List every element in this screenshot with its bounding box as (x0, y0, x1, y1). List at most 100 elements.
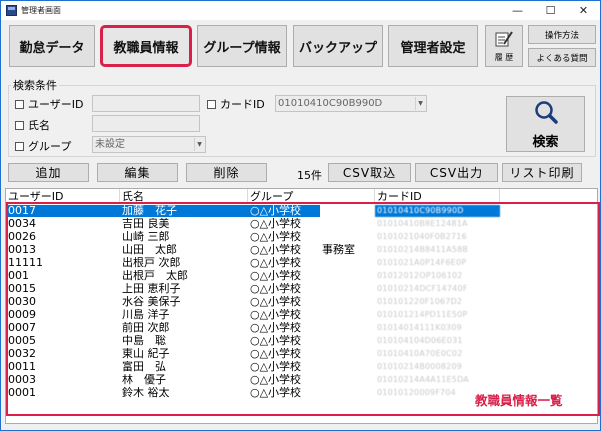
cell-card-id: 01010410B8E12481A (377, 219, 468, 228)
backup-button[interactable]: バックアップ (293, 25, 383, 67)
cell-name: 加藤 花子 (120, 205, 248, 217)
table-row[interactable]: 0011 富田 弘 ○△小学校 01010214B0008209 (6, 361, 597, 373)
staff-info-button[interactable]: 教職員情報 (100, 25, 192, 67)
card-id-select[interactable]: 01010410C90B990D ▼ (275, 95, 427, 112)
search-button-label: 検索 (532, 134, 559, 150)
table-row[interactable]: 0007 前田 次郎 ○△小学校 01014014111K0309 (6, 322, 597, 334)
group-label: グループ (28, 140, 72, 153)
list-print-button[interactable]: リスト印刷 (502, 163, 582, 182)
cell-card-id: 01014014111K0309 (377, 323, 462, 332)
csv-import-button[interactable]: CSV取込 (328, 163, 411, 182)
table-row[interactable]: 001 出根戸 太郎 ○△小学校 01012012OP106102 (6, 270, 597, 282)
chevron-down-icon[interactable]: ▼ (194, 138, 204, 151)
cell-group-extra: 事務室 (322, 244, 355, 256)
cell-group: ○△小学校 (250, 296, 302, 308)
cell-user-id: 0017 (6, 205, 120, 217)
cell-group: ○△小学校 (250, 270, 302, 282)
group-info-button[interactable]: グループ情報 (197, 25, 287, 67)
table-row[interactable]: 0009 川島 洋子 ○△小学校 010101214PD11E50P (6, 309, 597, 321)
manual-button[interactable]: 操作方法 (528, 25, 596, 44)
checkbox-icon (15, 120, 24, 130)
cell-group: ○△小学校 (250, 348, 302, 360)
cell-name: 中島 聡 (122, 335, 166, 347)
name-checkbox[interactable]: 氏名 (15, 117, 50, 133)
name-label: 氏名 (28, 119, 50, 132)
group-value: 未設定 (95, 139, 125, 150)
cell-group: ○△小学校 (250, 231, 302, 243)
csv-export-button[interactable]: CSV出力 (415, 163, 498, 182)
cell-card-id: 01010214DCF14740F (377, 284, 468, 293)
column-header-group[interactable]: グループ (248, 189, 375, 204)
search-button[interactable]: 検索 (506, 96, 585, 152)
admin-settings-button[interactable]: 管理者設定 (388, 25, 478, 67)
table-row[interactable]: 0003 林 優子 ○△小学校 01010214A4A11E5DA (6, 374, 597, 386)
cell-user-id: 0015 (8, 283, 36, 295)
maximize-icon[interactable]: ☐ (534, 1, 567, 20)
cell-group: ○△小学校 (250, 374, 302, 386)
checkbox-icon (207, 99, 216, 109)
cell-user-id: 0030 (8, 296, 36, 308)
cell-group-extra (320, 361, 375, 373)
user-id-input[interactable] (92, 95, 200, 112)
cell-name: 出根戸 次郎 (122, 257, 181, 269)
card-id-checkbox[interactable]: カードID (207, 96, 265, 112)
checkbox-icon (15, 141, 24, 151)
column-header-card-id[interactable]: カードID (375, 189, 500, 204)
delete-button[interactable]: 削除 (186, 163, 267, 182)
search-conditions-label: 検索条件 (11, 77, 59, 93)
table-row[interactable]: 0026 山崎 三郎 ○△小学校 0101021040F0B2716 (6, 231, 597, 243)
cell-name: 出根戸 太郎 (122, 270, 188, 282)
table-row[interactable]: 0005 中島 聡 ○△小学校 010104104D06E031 (6, 335, 597, 347)
attendance-data-button[interactable]: 勤怠データ (9, 25, 95, 67)
close-icon[interactable]: ✕ (567, 1, 600, 20)
cell-group-extra (320, 283, 375, 295)
edit-note-icon (494, 30, 514, 52)
cell-group: ○△小学校 (250, 322, 302, 334)
cell-user-id: 0026 (8, 231, 36, 243)
history-button[interactable]: 履 歴 (485, 25, 523, 67)
cell-user-id: 0003 (8, 374, 36, 386)
card-id-label: カードID (220, 98, 265, 111)
table-row[interactable]: 0032 東山 紀子 ○△小学校 01010410A70E0C02 (6, 348, 597, 360)
table-row[interactable]: 11111 出根戸 次郎 ○△小学校 0101021A0P14F6E0P (6, 257, 597, 269)
cell-card-id: 0101021A0P14F6E0P (377, 258, 467, 267)
cell-card-id: 01010214A4A11E5DA (377, 375, 469, 384)
edit-button[interactable]: 編集 (97, 163, 178, 182)
cell-name: 吉田 良美 (122, 218, 170, 230)
window-title: 管理者画面 (21, 6, 61, 15)
table-row[interactable]: 0015 上田 恵利子 ○△小学校 01010214DCF14740F (6, 283, 597, 295)
app-icon (6, 5, 17, 16)
cell-group: ○△小学校 (250, 335, 302, 347)
cell-card-id: 0101021040F0B2716 (377, 232, 467, 241)
group-select[interactable]: 未設定 ▼ (92, 136, 206, 153)
minimize-icon[interactable]: — (501, 1, 534, 20)
cell-group-extra (320, 309, 375, 321)
add-button[interactable]: 追加 (8, 163, 89, 182)
table-row[interactable]: 0030 水谷 美保子 ○△小学校 010101220F1067D2 (6, 296, 597, 308)
history-label: 履 歴 (494, 53, 514, 62)
column-header-name[interactable]: 氏名 (120, 189, 248, 204)
table-row[interactable]: 0034 吉田 良美 ○△小学校 01010410B8E12481A (6, 218, 597, 230)
cell-group: ○△小学校 (248, 205, 320, 217)
cell-user-id: 0034 (8, 218, 36, 230)
cell-group: ○△小学校 (250, 361, 302, 373)
user-id-checkbox[interactable]: ユーザーID (15, 96, 84, 112)
cell-user-id: 0007 (8, 322, 36, 334)
name-input[interactable] (92, 115, 200, 132)
cell-user-id: 0005 (8, 335, 36, 347)
card-id-value: 01010410C90B990D (278, 98, 383, 109)
table-row[interactable]: 0017 加藤 花子 ○△小学校 01010410C90B990D (6, 205, 597, 217)
cell-name: 川島 洋子 (122, 309, 170, 321)
staff-table[interactable]: ユーザーID 氏名 グループ カードID 0017 加藤 花子 ○△小学校 01010… (5, 188, 598, 424)
table-row[interactable]: 0013 山田 太郎 ○△小学校 事務室 01010214B8411A58B (6, 244, 597, 256)
cell-group-extra (320, 270, 375, 282)
faq-button[interactable]: よくある質問 (528, 48, 596, 67)
cell-user-id: 0009 (8, 309, 36, 321)
cell-name: 鈴木 裕太 (122, 387, 170, 399)
group-checkbox[interactable]: グループ (15, 138, 71, 154)
column-header-user-id[interactable]: ユーザーID (6, 189, 120, 204)
cell-group-extra (320, 374, 375, 386)
user-id-label: ユーザーID (28, 98, 84, 111)
chevron-down-icon[interactable]: ▼ (415, 97, 425, 110)
cell-name: 東山 紀子 (122, 348, 170, 360)
